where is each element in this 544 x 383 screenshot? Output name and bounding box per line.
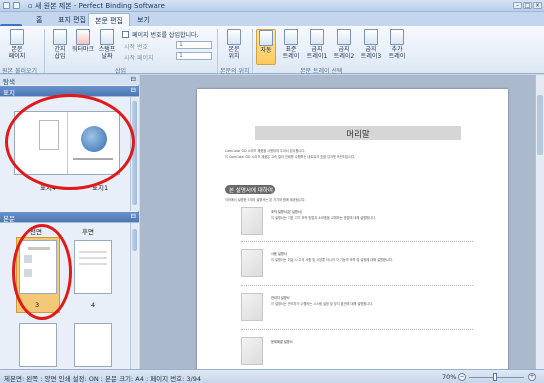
zoom-slider-knob[interactable] <box>493 373 497 381</box>
body-page-thumbnail-6[interactable] <box>74 323 112 367</box>
tray-standard-button[interactable]: 표준 트레이 <box>279 29 303 60</box>
ribbon: 본문 페이지 원본 불러오기 간지 삽입 워터마크 스탬프 날짜 페이지 번호를… <box>0 26 544 75</box>
slip-sheet-icon <box>53 29 67 45</box>
tab-body-edit[interactable]: 본문 편집 <box>88 13 130 26</box>
body-page-thumbnail-4[interactable] <box>74 240 112 294</box>
start-page-input[interactable]: 1 <box>176 52 212 60</box>
stamp-date-button[interactable]: 스탬프 날짜 <box>96 29 118 60</box>
thumb-text-line <box>79 257 107 259</box>
tray-icon <box>390 29 404 45</box>
intro-line-2: 이 ComColor GD 시리즈 제품은 고속 컬러 인쇄를 수행하는 네트워… <box>225 155 356 159</box>
dotted-separator <box>241 241 473 242</box>
manual-cover-image <box>241 249 263 277</box>
body-page-button[interactable]: 본문 페이지 <box>5 29 29 60</box>
tray-icon <box>284 29 298 45</box>
document-icon <box>10 29 24 45</box>
back-column-label: 후면 <box>82 228 94 236</box>
start-number-label: 시작 번호 <box>124 44 148 51</box>
section-title-pill: 본 설명서에 대하여 <box>225 185 275 194</box>
thumb-text-line <box>79 251 107 253</box>
body-position-button[interactable]: 본문 위치 <box>222 29 246 60</box>
quick-access-icon[interactable] <box>13 2 20 9</box>
body-scrollbar[interactable] <box>130 223 138 369</box>
item-2-title: 사용 설명서 <box>271 252 287 256</box>
title-bar: ▫ 새 원본 제본 - Perfect Binding Software – □… <box>0 0 544 12</box>
group-divider <box>217 29 218 73</box>
body-scroll-thumb[interactable] <box>132 229 137 251</box>
tray-icon <box>259 30 273 46</box>
group-divider <box>252 29 253 73</box>
group-label-insert: 삽입 <box>115 68 127 75</box>
watermark-button[interactable]: 워터마크 <box>72 29 94 53</box>
tab-view[interactable]: 보기 <box>131 13 156 26</box>
status-bar: 제본면: 왼쪽 : 양면 인쇄 설정: ON : 본문 크기: A4 : 페이지… <box>0 369 544 383</box>
maximize-button[interactable]: □ <box>523 2 532 9</box>
start-number-input[interactable]: 1 <box>176 41 212 49</box>
close-button[interactable]: × <box>533 2 542 9</box>
heading-bar: 머리말 <box>255 126 461 140</box>
document-page: 머리말 ComColor GD 시리즈 제품을 사용하여 주셔서 감사합니다. … <box>197 89 508 369</box>
item-4-title: 문제해결 설명서 <box>271 340 293 344</box>
tray-icon <box>337 29 351 45</box>
pin-icon[interactable]: ⊟ <box>131 75 136 83</box>
tray-icon <box>310 29 324 45</box>
group-label-load: 원본 불러오기 <box>2 68 38 75</box>
status-text: 제본면: 왼쪽 : 양면 인쇄 설정: ON : 본문 크기: A4 : 페이지… <box>4 375 202 383</box>
tray-1-button[interactable]: 급지 트레이1 <box>304 29 330 60</box>
start-page-label: 시작 페이지 <box>124 55 154 62</box>
zoom-out-button[interactable]: − <box>458 373 466 381</box>
tray-icon <box>364 29 378 45</box>
page-number-check-label: 페이지 번호를 삽입합니다. <box>132 32 199 39</box>
section-description: 이하에서 설명한 5개의 설명서는 본 기기와 함께 제공됩니다. <box>225 198 306 202</box>
nav-pane-title: 탐색 ⊟ <box>0 75 139 86</box>
manual-cover-image <box>241 207 263 235</box>
insert-slip-sheet-button[interactable]: 간지 삽입 <box>50 29 70 60</box>
item-3-text: 이 설명서는 관리자가 수행하는 시스템 설정 및 장치 옵션에 대해 설명합니… <box>271 302 374 306</box>
thumb-text-line <box>79 263 107 265</box>
document-scroll-thumb[interactable] <box>537 95 543 155</box>
tray-auto-button[interactable]: 자동 <box>256 29 276 65</box>
zoom-in-button[interactable]: + <box>528 373 536 381</box>
group-label-tray: 본문 트레이 선택 <box>300 68 343 75</box>
dotted-separator <box>241 329 473 330</box>
window-title: ▫ 새 원본 제본 - Perfect Binding Software <box>28 2 165 10</box>
document-heading: 머리말 <box>346 130 370 140</box>
section-title: 본 설명서에 대하여 <box>229 188 273 194</box>
page-number-checkbox[interactable] <box>122 31 129 38</box>
nav-pane-label: 탐색 <box>3 78 15 86</box>
collapse-icon[interactable]: ⊟ <box>131 212 136 220</box>
dotted-separator <box>241 285 473 286</box>
item-1-text: 이 설명서는 기본 기기 조작 방법과 소모품을 교체하는 방법에 대해 설명합… <box>271 216 376 220</box>
item-3-title: 관리자 설명서 <box>271 296 290 300</box>
tray-3-button[interactable]: 급지 트레이3 <box>358 29 384 60</box>
body-page-thumbnail-5[interactable] <box>19 323 57 367</box>
zoom-level: 70% <box>442 373 457 381</box>
item-2-text: 이 설명서는 취급 시 주의 사항 및 사양뿐 아니라 각 기능의 조작 및 설… <box>271 258 393 262</box>
body-section-header[interactable]: 본문 ⊟ <box>0 212 139 223</box>
ribbon-tabs: 홈 표지 편집 본문 편집 보기 <box>0 12 544 38</box>
annotation-circle-page <box>12 224 72 320</box>
collapse-icon[interactable]: ⊟ <box>131 86 136 94</box>
manual-cover-image <box>241 293 263 321</box>
tab-home[interactable]: 홈 <box>30 13 48 26</box>
group-label-position: 본문의 위치 <box>220 68 250 75</box>
app-menu-icon[interactable] <box>3 2 10 9</box>
minimize-button[interactable]: – <box>513 2 522 9</box>
group-divider <box>44 29 45 73</box>
position-icon <box>227 29 241 45</box>
document-scrollbar[interactable] <box>535 75 544 369</box>
stamp-icon <box>100 29 114 45</box>
tab-cover-edit[interactable]: 표지 편집 <box>52 13 92 26</box>
page-4-label: 4 <box>91 301 96 309</box>
manual-cover-image <box>241 337 263 365</box>
watermark-icon <box>76 29 90 45</box>
annotation-circle-cover <box>5 94 135 190</box>
tray-2-button[interactable]: 급지 트레이2 <box>331 29 357 60</box>
intro-line-1: ComColor GD 시리즈 제품을 사용하여 주셔서 감사합니다. <box>225 149 306 153</box>
tray-extra-button[interactable]: 추가 트레이 <box>385 29 409 60</box>
item-1-title: 조작 설명서(본 설명서) <box>271 210 302 214</box>
